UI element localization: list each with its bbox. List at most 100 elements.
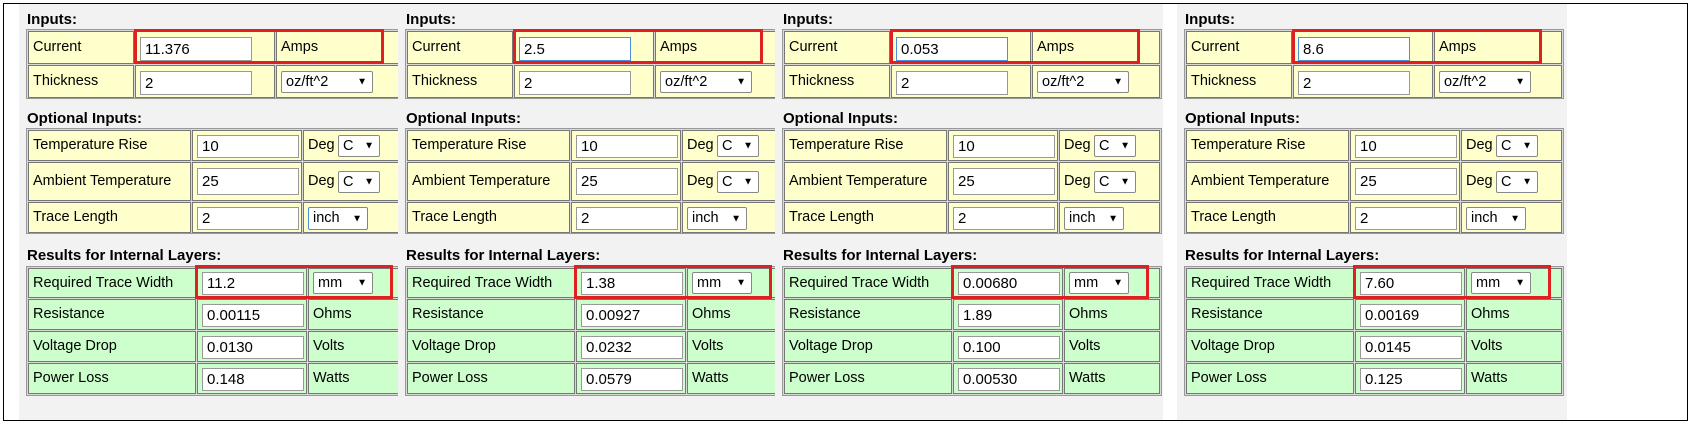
power-loss-output[interactable] [958,368,1060,391]
thickness-input[interactable] [140,71,252,95]
thickness-unit-select[interactable]: oz/ft^2 ▼ [281,71,373,93]
voltage-drop-value-cell [576,331,686,362]
voltage-drop-output[interactable] [1360,336,1462,359]
trace-length-unit-select[interactable]: inch ▼ [308,207,368,230]
thickness-input-cell [135,65,275,98]
temp-rise-unit-select[interactable]: C ▼ [1496,135,1538,157]
ambient-unit-cell: Deg C ▼ [303,162,404,201]
width-unit-select[interactable]: mm ▼ [313,272,373,294]
ambient-unit-select[interactable]: C ▼ [1496,171,1538,193]
voltage-drop-output[interactable] [581,336,683,359]
resistance-output[interactable] [1360,304,1462,327]
dropdown-arrow-icon: ▼ [352,212,362,224]
thickness-unit-cell: oz/ft^2 ▼ [655,65,783,98]
thickness-input[interactable] [519,71,631,95]
req-width-output[interactable] [202,272,304,295]
current-input[interactable] [896,37,1008,61]
ambient-input[interactable] [576,168,678,195]
power-loss-output[interactable] [202,368,304,391]
ambient-unit-select[interactable]: C ▼ [338,171,380,193]
req-width-unit-cell: mm ▼ [1466,268,1562,298]
req-width-output[interactable] [958,272,1060,295]
current-input-cell [1293,31,1433,64]
temp-rise-unit-select[interactable]: C ▼ [717,135,759,157]
dropdown-arrow-icon: ▼ [1113,76,1123,88]
length-unit-value: inch [1471,210,1498,227]
ambient-label: Ambient Temperature [407,162,570,201]
power-loss-output[interactable] [1360,368,1462,391]
width-unit-select[interactable]: mm ▼ [1471,272,1531,294]
ambient-unit-value: C [1099,173,1110,190]
ambient-unit-select[interactable]: C ▼ [1094,171,1136,193]
current-input[interactable] [1298,37,1410,61]
temp-rise-input[interactable] [197,135,299,158]
temp-rise-unit-select[interactable]: C ▼ [1094,135,1136,157]
results-title: Results for Internal Layers: [1185,247,1380,264]
trace-length-input[interactable] [1355,207,1457,230]
current-input[interactable] [519,37,631,61]
voltage-drop-output[interactable] [202,336,304,359]
thickness-input-cell [514,65,654,98]
req-width-output[interactable] [1360,272,1462,295]
current-input[interactable] [140,37,252,61]
power-loss-unit: Watts [1466,363,1562,394]
deg-label: Deg [308,173,335,190]
voltage-drop-output[interactable] [958,336,1060,359]
temp-rise-unit-cell: Deg C ▼ [303,130,404,161]
power-loss-output[interactable] [581,368,683,391]
width-unit-select[interactable]: mm ▼ [1069,272,1129,294]
ambient-input[interactable] [953,168,1055,195]
optional-inputs-table: Temperature Rise Deg C ▼ Ambient Tempera… [1184,128,1564,234]
deg-label: Deg [687,137,714,154]
temp-rise-label: Temperature Rise [28,130,191,161]
trace-length-unit-select[interactable]: inch ▼ [1466,207,1526,230]
resistance-label: Resistance [1186,299,1354,330]
deg-label: Deg [1466,173,1493,190]
trace-length-unit-cell: inch ▼ [1059,202,1160,233]
thickness-unit-select[interactable]: oz/ft^2 ▼ [660,71,752,93]
trace-length-input[interactable] [576,207,678,230]
dropdown-arrow-icon: ▼ [364,140,374,152]
temp-unit-value: C [343,137,354,154]
ambient-input[interactable] [1355,168,1457,195]
temp-rise-input[interactable] [576,135,678,158]
width-unit-select[interactable]: mm ▼ [692,272,752,294]
length-unit-value: inch [1069,210,1096,227]
ambient-unit-select[interactable]: C ▼ [717,171,759,193]
voltage-drop-unit: Volts [1466,331,1562,362]
req-width-value-cell [953,268,1063,298]
resistance-output[interactable] [581,304,683,327]
resistance-output[interactable] [202,304,304,327]
trace-width-calculator-panel-3: Inputs: Current Amps Thickness oz/ft^2 ▼ [775,4,1163,420]
resistance-output[interactable] [958,304,1060,327]
temp-rise-unit-select[interactable]: C ▼ [338,135,380,157]
thickness-unit-select[interactable]: oz/ft^2 ▼ [1439,71,1531,93]
trace-length-unit-select[interactable]: inch ▼ [687,207,747,230]
resistance-unit: Ohms [1466,299,1562,330]
req-width-label: Required Trace Width [28,268,196,298]
ambient-input[interactable] [197,168,299,195]
ambient-unit-cell: Deg C ▼ [1059,162,1160,201]
dropdown-arrow-icon: ▼ [1522,140,1532,152]
voltage-drop-value-cell [953,331,1063,362]
dropdown-arrow-icon: ▼ [731,212,741,224]
thickness-input[interactable] [896,71,1008,95]
ambient-label: Ambient Temperature [28,162,191,201]
trace-length-label: Trace Length [784,202,947,233]
thickness-unit-select[interactable]: oz/ft^2 ▼ [1037,71,1129,93]
resistance-label: Resistance [28,299,196,330]
optional-inputs-title: Optional Inputs: [27,110,142,127]
thickness-input[interactable] [1298,71,1410,95]
dropdown-arrow-icon: ▼ [1510,212,1520,224]
current-label: Current [784,31,890,64]
temp-rise-input[interactable] [953,135,1055,158]
temp-rise-input[interactable] [1355,135,1457,158]
trace-length-unit-select[interactable]: inch ▼ [1064,207,1124,230]
trace-length-input[interactable] [197,207,299,230]
req-width-output[interactable] [581,272,683,295]
voltage-drop-label: Voltage Drop [407,331,575,362]
deg-label: Deg [1064,173,1091,190]
trace-length-input[interactable] [953,207,1055,230]
resistance-value-cell [197,299,307,330]
power-loss-unit: Watts [687,363,783,394]
